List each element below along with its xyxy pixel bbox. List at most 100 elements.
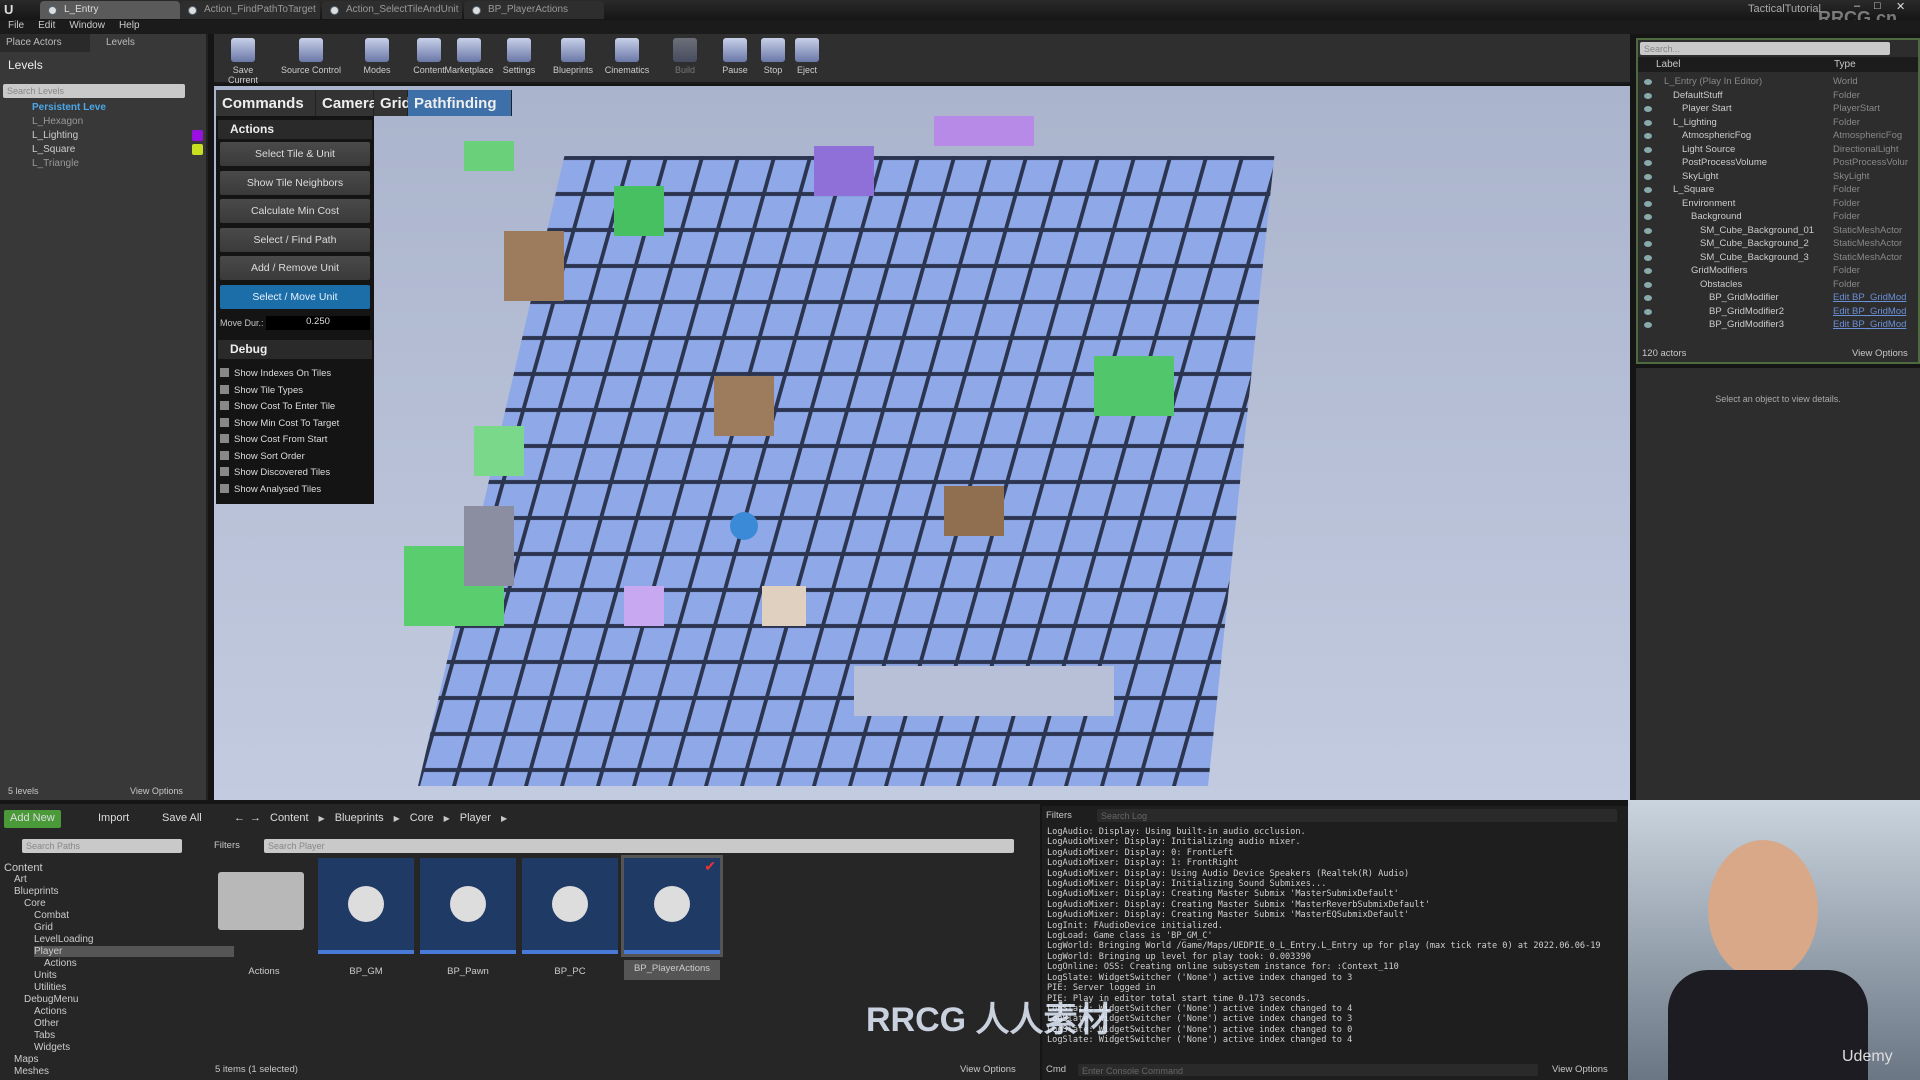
search-log-input[interactable]: Search Log [1097,809,1617,822]
asset-tile-gamemode[interactable] [318,858,414,954]
folder-tree-item[interactable]: Blueprints [14,886,58,897]
outliner-row[interactable]: Obstacles Folder [1638,279,1918,292]
asset-tile-folder[interactable] [216,858,312,954]
checkbox-icon[interactable] [220,401,229,410]
folder-tree-item[interactable]: Player [34,946,234,957]
chevron-right-icon[interactable]: ▶ [501,814,507,823]
visibility-eye-icon[interactable] [1644,92,1652,99]
document-tab[interactable]: Action_FindPathToTarget [180,1,320,19]
folder-tree-item[interactable]: Other [34,1018,59,1029]
tab-grid[interactable]: Grid [374,90,411,116]
toolbar-marketplace-button[interactable]: Marketplace [444,38,494,75]
outliner-row[interactable]: SM_Cube_Background_2 StaticMeshActor [1638,238,1918,251]
outliner-row[interactable]: SkyLight SkyLight [1638,171,1918,184]
view-options-button[interactable]: View Options [960,1064,1016,1075]
toolbar-cinematics-button[interactable]: Cinematics [602,38,652,75]
folder-tree-item[interactable]: Art [14,874,27,885]
row-type[interactable]: Edit BP_GridMod [1833,319,1906,330]
breadcrumb-item[interactable]: Core [410,812,434,824]
visibility-eye-icon[interactable] [1644,187,1652,193]
add-new-button[interactable]: Add New [4,810,61,828]
toolbar-blueprints-button[interactable]: Blueprints [548,38,598,75]
menu-item[interactable]: Window [69,20,105,31]
level-row[interactable]: Persistent Leve [32,102,106,113]
outliner-row[interactable]: DefaultStuff Folder [1638,90,1918,103]
filters-button[interactable]: Filters [214,840,240,851]
view-options-button[interactable]: View Options [1852,348,1908,359]
tab-camera[interactable]: Camera [316,90,377,116]
game-viewport[interactable] [214,86,1630,800]
action-button[interactable]: Select Tile & Unit [220,142,370,166]
import-button[interactable]: Import [92,810,135,828]
visibility-eye-icon[interactable] [1644,322,1652,328]
visibility-eye-icon[interactable] [1644,214,1652,220]
outliner-row[interactable]: BP_GridModifier3 Edit BP_GridMod [1638,319,1918,332]
cmd-button[interactable]: Cmd [1046,1064,1066,1075]
debug-option-checkbox[interactable]: Show Cost From Start [220,434,327,445]
tab-place-actors[interactable]: Place Actors [0,34,90,52]
folder-tree-item[interactable]: LevelLoading [34,934,94,945]
folder-tree-item[interactable]: Meshes [14,1066,49,1077]
visibility-eye-icon[interactable] [1644,146,1652,153]
checkbox-icon[interactable] [220,450,229,460]
asset-tile-actor[interactable]: ✔ [621,855,723,957]
visibility-eye-icon[interactable] [1644,241,1652,247]
console-command-input[interactable]: Enter Console Command [1078,1064,1538,1076]
folder-tree-item[interactable]: DebugMenu [24,994,78,1005]
outliner-row[interactable]: SM_Cube_Background_3 StaticMeshActor [1638,252,1918,265]
asset-tile-controller[interactable] [522,858,618,954]
folder-tree-item[interactable]: Core [24,898,46,909]
view-options-button[interactable]: View Options [1552,1064,1608,1075]
checkbox-icon[interactable] [220,417,229,427]
folder-tree-item[interactable]: Actions [44,958,77,969]
visibility-eye-icon[interactable] [1644,295,1652,301]
menu-item[interactable]: Help [119,20,140,31]
visibility-eye-icon[interactable] [1644,254,1652,261]
action-button[interactable]: Select / Move Unit [220,284,370,309]
visibility-eye-icon[interactable] [1644,79,1652,85]
tab-pathfinding[interactable]: Pathfinding [408,90,512,116]
toolbar-eject-button[interactable]: Eject [782,38,832,75]
tab-levels[interactable]: Levels [100,34,141,52]
level-row[interactable]: L_Lighting [32,130,78,141]
debug-option-checkbox[interactable]: Show Indexes On Tiles [220,368,331,379]
row-type[interactable]: Edit BP_GridMod [1833,306,1906,317]
visibility-eye-icon[interactable] [1644,268,1652,274]
outliner-row[interactable]: BP_GridModifier2 Edit BP_GridMod [1638,306,1918,319]
checkbox-icon[interactable] [220,467,229,476]
debug-option-checkbox[interactable]: Show Tile Types [220,384,303,396]
actions-section-header[interactable]: Actions [218,120,372,139]
visibility-eye-icon[interactable] [1644,200,1652,207]
level-row[interactable]: L_Hexagon [32,116,83,127]
checkbox-icon[interactable] [220,434,229,443]
visibility-eye-icon[interactable] [1644,106,1652,112]
checkbox-icon[interactable] [220,483,229,493]
outliner-row[interactable]: L_Entry (Play In Editor) World [1638,76,1918,89]
outliner-row[interactable]: L_Lighting Folder [1638,117,1918,130]
action-button[interactable]: Show Tile Neighbors [220,170,370,195]
folder-tree-item[interactable]: Utilities [34,982,66,993]
visibility-eye-icon[interactable] [1644,160,1652,166]
action-button[interactable]: Calculate Min Cost [220,199,370,223]
visibility-eye-icon[interactable] [1644,308,1652,315]
log-filters-button[interactable]: Filters [1046,810,1072,821]
debug-option-checkbox[interactable]: Show Min Cost To Target [220,417,339,429]
minimize-button[interactable]: – [1854,0,1860,12]
level-row[interactable]: L_Triangle [32,158,79,169]
visibility-eye-icon[interactable] [1644,119,1652,126]
folder-tree-item[interactable]: Maps [14,1054,38,1065]
forward-button[interactable]: → [244,810,267,828]
checkbox-icon[interactable] [220,384,229,394]
outliner-row[interactable]: SM_Cube_Background_01 StaticMeshActor [1638,225,1918,238]
level-row[interactable]: L_Square [32,144,75,155]
outliner-search-input[interactable]: Search... [1640,42,1890,55]
toolbar-source-control-button[interactable]: Source Control [278,38,344,75]
search-assets-input[interactable]: Search Player [264,839,1014,853]
visibility-eye-icon[interactable] [1644,227,1652,234]
toolbar-save-current-button[interactable]: Save Current [218,38,268,85]
folder-tree-item[interactable]: Combat [34,910,69,921]
toolbar-modes-button[interactable]: Modes [352,38,402,75]
level-color-swatch[interactable] [192,130,203,141]
chevron-right-icon[interactable]: ▶ [319,814,325,823]
outliner-row[interactable]: L_Square Folder [1638,184,1918,197]
